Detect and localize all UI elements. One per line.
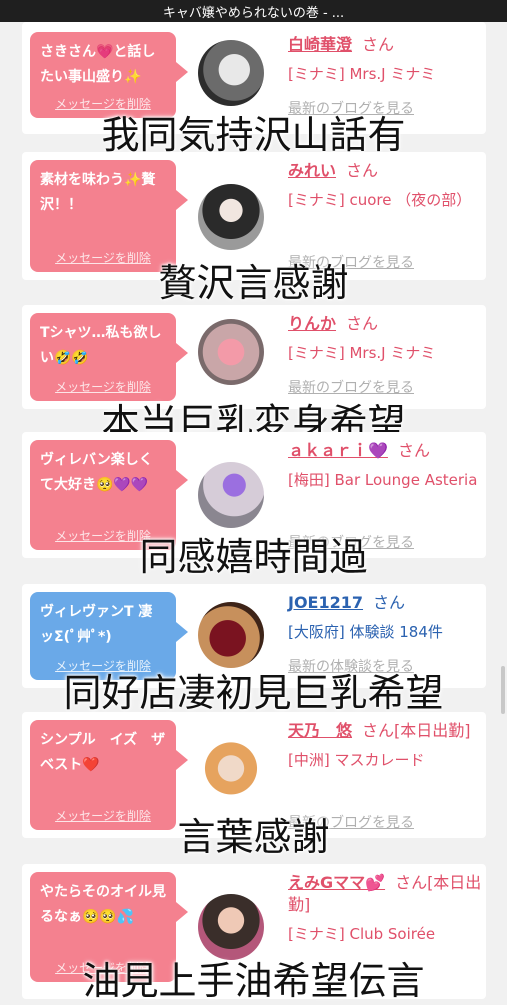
message-card: ヴィレヴァンT 凄ッΣ(ﾟ艸ﾟ*) メッセージを削除 JOE1217 さん [大阪… bbox=[22, 584, 486, 688]
latest-review-link[interactable]: 最新の体験談を見る bbox=[288, 656, 414, 676]
message-card: ヴィレバン楽しくて大好き🥺💜💜 メッセージを削除 ａｋａｒｉ💜 さん [梅田] B… bbox=[22, 432, 486, 558]
message-bubble: 素材を味わう✨贅沢！！ メッセージを削除 bbox=[30, 160, 188, 272]
message-text: やたらそのオイル見るなぁ🥺🥺💦 bbox=[40, 884, 166, 925]
user-shop: [ミナミ] Mrs.J ミナミ bbox=[288, 344, 436, 362]
user-shop: [ミナミ] Club Soirée bbox=[288, 925, 436, 943]
message-card: シンプル イズ ザ ベスト❤️ メッセージを削除 天乃 悠さん[本日出勤] [中… bbox=[22, 712, 486, 838]
message-card: 素材を味わう✨贅沢！！ メッセージを削除 みれい さん [ミナミ] cuore （… bbox=[22, 152, 486, 280]
user-name-link[interactable]: えみGママ💕 bbox=[288, 873, 385, 892]
message-bubble: さきさん💗と話したい事山盛り✨ メッセージを削除 bbox=[30, 32, 188, 118]
avatar[interactable] bbox=[198, 602, 264, 668]
name-suffix: さん bbox=[346, 314, 379, 333]
message-bubble: シンプル イズ ザ ベスト❤️ メッセージを削除 bbox=[30, 720, 188, 830]
latest-blog-link[interactable]: 最新のブログを見る bbox=[288, 532, 414, 552]
message-text: Tシャツ…私も欲しい🤣🤣 bbox=[40, 325, 162, 366]
latest-blog-link[interactable]: 最新のブログを見る bbox=[288, 377, 414, 397]
message-bubble: Tシャツ…私も欲しい🤣🤣 メッセージを削除 bbox=[30, 313, 188, 401]
delete-message-link[interactable]: メッセージを削除 bbox=[30, 249, 176, 266]
user-review-count: [大阪府] 体験談 184件 bbox=[288, 623, 443, 641]
message-text: さきさん💗と話したい事山盛り✨ bbox=[40, 44, 156, 85]
user-name-link[interactable]: みれい bbox=[288, 161, 336, 180]
user-name-link[interactable]: ａｋａｒｉ💜 bbox=[288, 441, 388, 460]
user-name-link[interactable]: りんか bbox=[288, 314, 336, 333]
message-card: Tシャツ…私も欲しい🤣🤣 メッセージを削除 りんか さん [ミナミ] Mrs.J … bbox=[22, 305, 486, 409]
name-suffix: さん bbox=[373, 593, 406, 612]
user-shop: [中洲] マスカレード bbox=[288, 751, 425, 769]
latest-blog-link[interactable]: 最新のブログを見る bbox=[288, 98, 414, 118]
latest-blog-link[interactable]: 最新のブログを見る bbox=[288, 252, 414, 272]
latest-blog-link[interactable]: 最新のブログを見る bbox=[288, 812, 414, 832]
message-bubble: ヴィレバン楽しくて大好き🥺💜💜 メッセージを削除 bbox=[30, 440, 188, 550]
avatar[interactable] bbox=[198, 894, 264, 960]
user-name-link[interactable]: JOE1217 bbox=[288, 593, 363, 612]
delete-message-link[interactable]: メッセージを削除 bbox=[30, 807, 176, 824]
avatar[interactable] bbox=[198, 742, 264, 808]
delete-message-link[interactable]: メッセージを削除 bbox=[30, 657, 176, 674]
window-title-bar: キャバ嬢やめられないの巻 - ... bbox=[0, 0, 507, 22]
avatar[interactable] bbox=[198, 40, 264, 106]
avatar[interactable] bbox=[198, 462, 264, 528]
name-suffix: さん bbox=[346, 161, 379, 180]
user-shop: [梅田] Bar Lounge Asteria bbox=[288, 471, 478, 489]
user-shop: [ミナミ] cuore （夜の部） bbox=[288, 191, 472, 209]
delete-message-link[interactable]: メッセージを削除 bbox=[30, 527, 176, 544]
message-text: シンプル イズ ザ ベスト❤️ bbox=[40, 732, 180, 773]
message-text: ヴィレヴァンT 凄ッΣ(ﾟ艸ﾟ*) bbox=[40, 604, 153, 645]
name-suffix: さん bbox=[362, 35, 395, 54]
avatar[interactable] bbox=[198, 184, 264, 250]
message-card: やたらそのオイル見るなぁ🥺🥺💦 メッセージを削除 えみGママ💕 さん[本日出勤] … bbox=[22, 864, 486, 999]
delete-message-link[interactable]: メッセージを削除 bbox=[30, 95, 176, 112]
message-text: ヴィレバン楽しくて大好き🥺💜💜 bbox=[40, 452, 153, 493]
user-name-link[interactable]: 天乃 悠 bbox=[288, 721, 352, 740]
message-text: 素材を味わう✨贅沢！！ bbox=[40, 172, 156, 213]
scrollbar-thumb[interactable] bbox=[501, 666, 505, 714]
delete-message-link[interactable]: メッセージを削除 bbox=[30, 959, 176, 976]
name-suffix: さん[本日出勤] bbox=[362, 721, 471, 740]
message-bubble: ヴィレヴァンT 凄ッΣ(ﾟ艸ﾟ*) メッセージを削除 bbox=[30, 592, 188, 680]
name-suffix: さん bbox=[397, 441, 430, 460]
window-title: キャバ嬢やめられないの巻 - ... bbox=[162, 5, 345, 21]
message-card: さきさん💗と話したい事山盛り✨ メッセージを削除 白崎華澄 さん [ミナミ] Mr… bbox=[22, 22, 486, 134]
avatar[interactable] bbox=[198, 319, 264, 385]
user-shop: [ミナミ] Mrs.J ミナミ bbox=[288, 65, 436, 83]
message-bubble: やたらそのオイル見るなぁ🥺🥺💦 メッセージを削除 bbox=[30, 872, 188, 982]
user-name-link[interactable]: 白崎華澄 bbox=[288, 35, 352, 54]
delete-message-link[interactable]: メッセージを削除 bbox=[30, 378, 176, 395]
